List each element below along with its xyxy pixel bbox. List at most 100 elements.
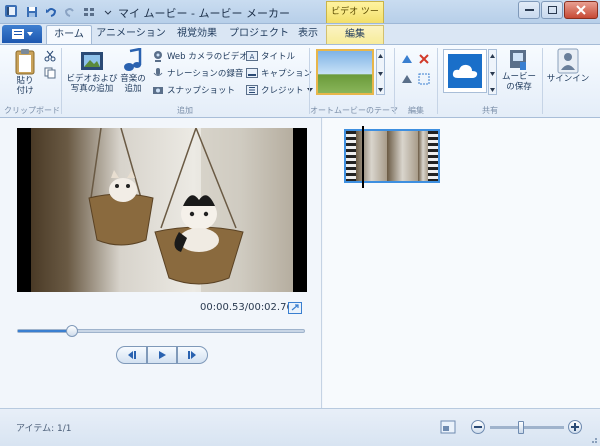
credits-button[interactable]: クレジット: [246, 82, 313, 98]
time-readout: 00:00.53/00:02.76: [200, 302, 293, 313]
movie-maker-icon[interactable]: [4, 4, 18, 18]
sign-in-button[interactable]: サインイン: [546, 48, 590, 84]
video-clip[interactable]: [344, 129, 440, 183]
save-icon[interactable]: [24, 4, 40, 20]
window-title: マイ ムービー - ムービー メーカー: [118, 7, 290, 20]
preview-pane: 00:00.53/00:02.76: [0, 118, 322, 408]
add-music-button[interactable]: 音楽の 追加: [118, 48, 148, 94]
automovie-themes-group-label: オートムービーのテーマ: [310, 106, 398, 115]
minus-icon: [474, 426, 482, 428]
paste-label: 貼り 付け: [16, 76, 34, 96]
tab-visual-effects[interactable]: 視覚効果: [168, 25, 226, 44]
credits-icon: [246, 85, 258, 95]
storyboard-pane[interactable]: [323, 118, 600, 408]
title-icon: A: [246, 51, 258, 61]
chevron-down-icon: [26, 32, 33, 36]
thumbnail-size-icon[interactable]: [440, 420, 456, 434]
save-movie-button[interactable]: ムービー の保存: [500, 48, 538, 92]
ribbon: 貼り 付け クリップボード ビデオおよび 写真の追加 音楽の 追加 Web カメ…: [0, 44, 600, 118]
close-button[interactable]: [564, 1, 598, 19]
play-button[interactable]: [146, 346, 178, 364]
minimize-button[interactable]: [518, 1, 540, 19]
redo-icon[interactable]: [62, 4, 78, 20]
title-button[interactable]: A タイトル: [246, 48, 295, 64]
tab-animations[interactable]: アニメーション: [96, 25, 166, 44]
chevron-down-icon[interactable]: [100, 4, 116, 20]
add-group-label: 追加: [177, 106, 193, 115]
next-frame-button[interactable]: [177, 346, 209, 364]
music-note-icon: [124, 48, 142, 71]
copy-icon[interactable]: [44, 67, 56, 79]
maximize-icon: [547, 6, 557, 14]
gallery-arrows-icon: [378, 54, 383, 92]
add-videos-photos-label: ビデオおよび 写真の追加: [66, 74, 118, 94]
paste-button[interactable]: 貼り 付け: [8, 48, 42, 96]
webcam-video-button[interactable]: Web カメラのビデオ: [152, 48, 248, 64]
zoom-slider[interactable]: [490, 421, 564, 434]
theme-gallery-scroll[interactable]: [376, 49, 385, 95]
fullscreen-icon[interactable]: [288, 302, 302, 314]
webcam-icon: [154, 51, 162, 62]
cut-icon[interactable]: [44, 50, 56, 62]
ribbon-tabs: ホーム アニメーション 視覚効果 プロジェクト 表示 編集 ?: [0, 24, 600, 65]
layout-icon[interactable]: [81, 4, 97, 20]
svg-text:A: A: [250, 53, 255, 61]
add-music-label: 音楽の 追加: [120, 74, 146, 94]
playback-controls: [116, 346, 209, 364]
playhead[interactable]: [362, 126, 364, 188]
caption-icon: [246, 68, 258, 78]
clipboard-icon: [15, 49, 35, 75]
zoom-out-button[interactable]: [471, 420, 485, 434]
maximize-button[interactable]: [541, 1, 563, 19]
item-count: アイテム: 1/1: [16, 424, 72, 434]
user-icon: [557, 48, 579, 74]
record-narration-button[interactable]: ナレーションの録音: [152, 65, 253, 81]
seek-bar-thumb[interactable]: [66, 325, 79, 337]
tab-home[interactable]: ホーム: [46, 25, 92, 44]
plus-icon: [571, 423, 579, 431]
minimize-icon: [524, 9, 534, 11]
next-frame-icon: [187, 351, 196, 359]
zoom-slider-thumb[interactable]: [518, 421, 525, 434]
share-gallery-scroll[interactable]: [488, 49, 497, 95]
resize-grip-icon[interactable]: [588, 434, 598, 444]
seek-bar[interactable]: [17, 325, 305, 337]
clipboard-group-label: クリップボード: [4, 106, 60, 115]
close-icon: [576, 5, 586, 15]
cats-in-baskets-image: [88, 128, 293, 292]
status-bar: アイテム: 1/1: [0, 408, 600, 446]
video-frame-image: [31, 128, 293, 292]
title-bar: マイ ムービー - ムービー メーカー ビデオ ツール: [0, 0, 600, 37]
previous-frame-button[interactable]: [116, 346, 147, 364]
remove-icon[interactable]: [418, 53, 430, 65]
video-tools-context-title: ビデオ ツール: [326, 1, 384, 37]
zoom-in-button[interactable]: [568, 420, 582, 434]
video-preview[interactable]: [17, 128, 307, 292]
select-all-icon[interactable]: [418, 73, 430, 85]
tab-project[interactable]: プロジェクト: [228, 25, 290, 44]
share-group-label: 共有: [482, 106, 498, 115]
file-menu-icon: [11, 29, 24, 39]
snapshot-label: スナップショット: [167, 86, 236, 96]
save-movie-label: ムービー の保存: [501, 72, 536, 92]
tab-edit[interactable]: 編集: [326, 25, 384, 44]
film-sprocket: [428, 131, 438, 181]
automovie-theme-thumbnail[interactable]: [316, 49, 374, 95]
tab-view[interactable]: 表示: [292, 25, 324, 44]
clip-frame: [418, 131, 428, 181]
microphone-icon: [153, 68, 163, 76]
sign-in-label: サインイン: [546, 74, 590, 84]
caption-button[interactable]: キャプション: [246, 65, 312, 81]
share-onedrive-button[interactable]: [443, 49, 487, 93]
group-separator: [542, 48, 543, 114]
undo-icon[interactable]: [43, 4, 59, 20]
rotate-right-icon[interactable]: [400, 73, 414, 85]
onedrive-icon: [448, 54, 482, 88]
title-label: タイトル: [261, 52, 296, 62]
film-sprocket: [346, 131, 356, 181]
file-menu-button[interactable]: [2, 25, 42, 43]
film-photo-icon: [81, 52, 103, 70]
rotate-left-icon[interactable]: [400, 53, 414, 65]
snapshot-button[interactable]: スナップショット: [152, 82, 235, 98]
add-videos-photos-button[interactable]: ビデオおよび 写真の追加: [66, 48, 118, 94]
